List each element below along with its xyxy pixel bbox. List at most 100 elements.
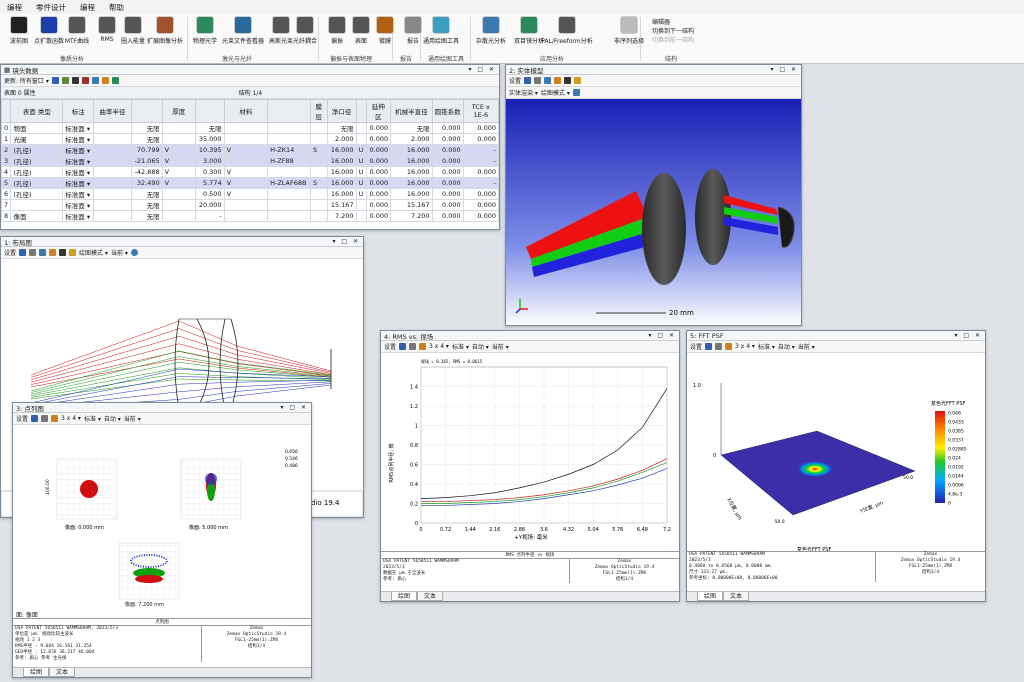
lens-cell[interactable]: V [161,177,196,189]
lens-cell[interactable]: 70.799 [130,144,163,156]
lens-cell[interactable]: 0.000 [462,188,499,200]
lens-cell[interactable]: 16.000 [390,166,433,178]
lens-cell[interactable]: - [462,177,499,189]
lens-cell[interactable] [93,188,132,200]
pencil-icon[interactable] [419,343,427,350]
lens-table-row[interactable]: 5 (孔径) 标准面 ▾ 32.490 V 5.774 V H-ZLAF68B S 16.000 U… [1,177,499,189]
tab-text[interactable]: 文本 [723,592,750,601]
lens-cell[interactable] [309,133,328,145]
lens-cell[interactable]: H-ZK14 [267,144,311,156]
lens-cell[interactable]: 16.000 [390,155,433,167]
arrow-icon[interactable] [111,77,119,84]
copy-icon[interactable] [41,415,49,422]
lens-cell[interactable]: 无限 [130,122,163,134]
lens-cell[interactable]: 16.000 [326,177,357,189]
update-dropdown[interactable]: 更新: 所有窗口 ▾ [4,76,49,85]
lens-cell[interactable]: 35.000 [194,133,225,145]
current-dropdown[interactable]: 当前 ▾ [492,342,509,351]
lens-cell[interactable]: 0.000 [365,144,392,156]
lens-cell[interactable]: 3 [1,155,12,167]
help-icon[interactable] [572,89,580,96]
window-controls-icon[interactable]: ▾ □ ✕ [332,238,363,245]
lens-cell[interactable]: 标准面 ▾ [62,177,95,189]
lens-cell[interactable] [355,122,367,134]
current-dropdown[interactable]: 当前 ▾ [111,248,128,257]
lens-cell[interactable] [161,133,196,145]
lens-cell[interactable]: 0.000 [365,122,392,134]
lens-table-row[interactable]: 4 (孔径) 标准面 ▾ -42.888 V 0.300 V 16.000 U 0.000 16.0… [1,166,499,178]
lens-cell[interactable]: 0.000 [431,144,464,156]
lens-cell[interactable] [267,188,311,200]
lens-cell[interactable]: 2.000 [390,133,433,145]
help-icon[interactable] [130,249,138,256]
lens-cell[interactable]: 0.000 [431,188,464,200]
lens-cell[interactable]: -21.065 [130,155,163,167]
lens-cell[interactable] [267,133,311,145]
lens-cell[interactable]: 0.000 [462,166,499,178]
lens-cell[interactable]: 标准面 ▾ [62,166,95,178]
lens-cell[interactable] [309,199,328,211]
lens-cell[interactable]: V [223,144,269,156]
entity-render-dropdown[interactable]: 实体渲染 ▾ [509,88,538,97]
lens-cell[interactable]: 0.000 [462,133,499,145]
settings-icon[interactable] [51,77,59,84]
ribbon-button[interactable]: 非序列选择 [614,16,644,45]
settings-button[interactable]: 设置 [509,76,521,85]
lens-cell[interactable] [267,122,311,134]
auto-dropdown[interactable]: 自动 ▾ [104,414,121,423]
lens-cell[interactable]: 7 [1,199,12,211]
refresh-icon[interactable] [31,415,39,422]
tab-text[interactable]: 文本 [417,592,444,601]
lens-cell[interactable]: U [355,177,367,189]
lens-cell[interactable]: (孔径) [10,144,64,156]
lens-cell[interactable]: 标准面 ▾ [62,122,95,134]
lens-cell[interactable]: S [309,177,328,189]
lens-cell[interactable]: 6 [1,188,12,200]
ribbon-button[interactable]: 圈入能量 [118,16,148,45]
refresh-icon[interactable] [705,343,713,350]
ribbon-button[interactable]: 光纤耦合 [290,16,320,45]
lens-cell[interactable] [355,210,367,222]
lens-cell[interactable]: 标准面 ▾ [62,155,95,167]
lens-cell[interactable] [10,199,64,211]
lens-cell[interactable]: U [355,144,367,156]
lens-cell[interactable]: 16.000 [326,144,357,156]
zoom-icon[interactable] [69,249,77,256]
ribbon-button[interactable]: 光束文件查看器 [222,16,264,45]
standard-dropdown[interactable]: 标准 ▾ [758,342,775,351]
lens-cell[interactable] [161,188,196,200]
tab-plot[interactable]: 绘图 [391,592,418,601]
lens-cell[interactable]: 标准面 ▾ [62,188,95,200]
lens-cell[interactable]: 光阑 [10,133,64,145]
lens-cell[interactable] [93,210,132,222]
lens-cell[interactable]: 0.000 [365,133,392,145]
tab-plot[interactable]: 绘图 [697,592,724,601]
lens-cell[interactable] [93,155,132,167]
pencil-icon[interactable] [725,343,733,350]
lens-cell[interactable]: 16.000 [326,166,357,178]
refresh-icon[interactable] [524,77,532,84]
lens-table-row[interactable]: 8 像面 标准面 ▾ 无限 -7.200 0.000 7.200 0.000 0.000 [1,210,499,222]
lens-cell[interactable] [93,133,132,145]
lens-cell[interactable] [93,166,132,178]
lens-cell[interactable]: -42.888 [130,166,163,178]
lens-cell[interactable]: 0.000 [431,166,464,178]
refresh-icon[interactable] [399,343,407,350]
lens-cell[interactable]: 0.000 [365,188,392,200]
lens-cell[interactable] [309,155,328,167]
lens-cell[interactable] [267,199,311,211]
lens-table-row[interactable]: 1 光阑 标准面 ▾ 无限 35.000 2.000 0.000 2.000 0.000 0.00… [1,133,499,145]
menu-item[interactable]: 编程 [0,2,29,13]
draw-mode-dropdown[interactable]: 绘图模式 ▾ [79,248,108,257]
lens-cell[interactable]: 0.000 [365,210,392,222]
lens-cell[interactable]: 物面 [10,122,64,134]
lens-cell[interactable]: V [161,144,196,156]
line-icon[interactable] [564,77,572,84]
lens-cell[interactable]: 0.000 [462,210,499,222]
lens-cell[interactable] [309,188,328,200]
lens-cell[interactable]: 7.200 [326,210,357,222]
lens-cell[interactable]: S [309,144,328,156]
lens-cell[interactable]: 8 [1,210,12,222]
lens-cell[interactable]: 0.000 [431,199,464,211]
lens-cell[interactable]: 0 [1,122,12,134]
